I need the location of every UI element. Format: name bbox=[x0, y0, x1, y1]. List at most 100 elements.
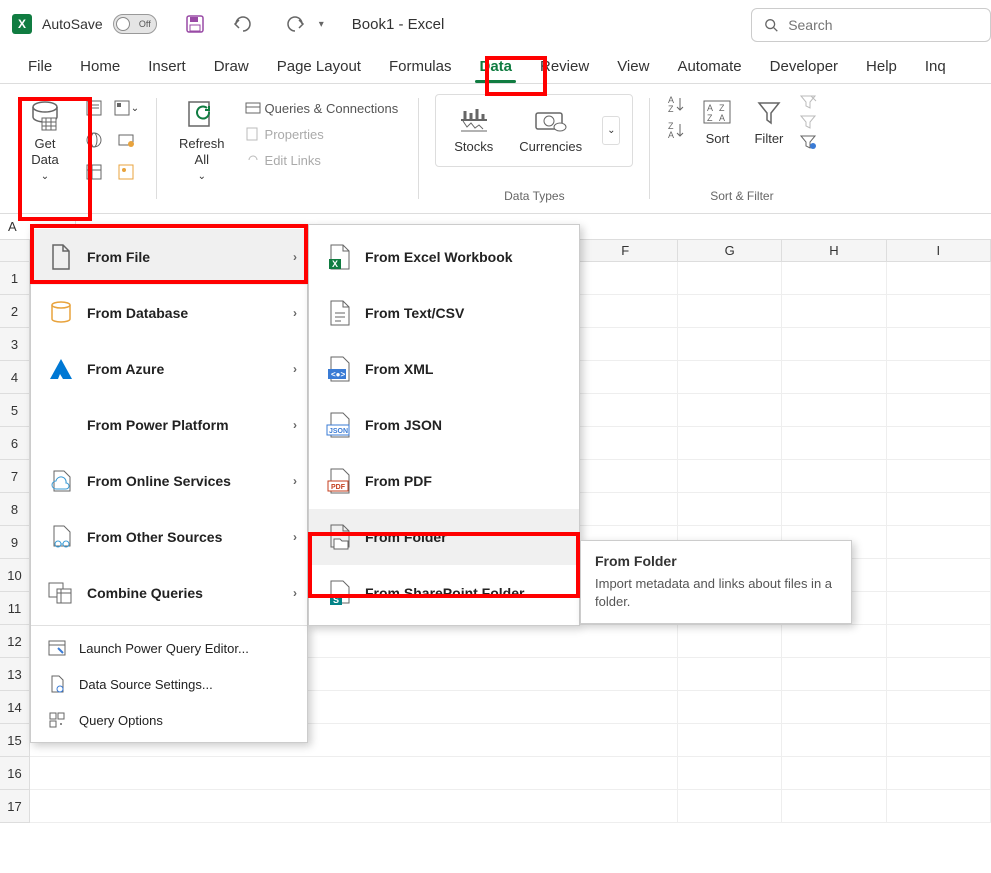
cell[interactable] bbox=[574, 493, 678, 526]
tab-draw[interactable]: Draw bbox=[200, 50, 263, 83]
cell[interactable] bbox=[574, 691, 678, 724]
tab-home[interactable]: Home bbox=[66, 50, 134, 83]
row-header[interactable]: 13 bbox=[0, 658, 30, 691]
existing-connections-icon[interactable] bbox=[112, 126, 140, 154]
cell[interactable] bbox=[887, 625, 991, 658]
reapply-filter-icon[interactable] bbox=[799, 114, 817, 130]
row-header[interactable]: 3 bbox=[0, 328, 30, 361]
tab-file[interactable]: File bbox=[14, 50, 66, 83]
cell[interactable] bbox=[782, 658, 886, 691]
col-header-g[interactable]: G bbox=[678, 240, 782, 262]
cell[interactable] bbox=[678, 625, 782, 658]
cell[interactable] bbox=[782, 361, 886, 394]
menu-from-database[interactable]: From Database› bbox=[31, 285, 307, 341]
menu-from-azure[interactable]: From Azure› bbox=[31, 341, 307, 397]
cell[interactable] bbox=[782, 295, 886, 328]
cell[interactable] bbox=[678, 361, 782, 394]
cell[interactable] bbox=[678, 691, 782, 724]
row-header[interactable]: 5 bbox=[0, 394, 30, 427]
submenu-from-pdf[interactable]: PDF From PDF bbox=[309, 453, 579, 509]
cell[interactable] bbox=[887, 460, 991, 493]
row-header[interactable]: 16 bbox=[0, 757, 30, 790]
submenu-from-sharepoint-folder[interactable]: S From SharePoint Folder bbox=[309, 565, 579, 621]
cell[interactable] bbox=[887, 361, 991, 394]
queries-connections-button[interactable]: Queries & Connections bbox=[241, 98, 403, 118]
cell[interactable] bbox=[574, 328, 678, 361]
from-text-csv-icon[interactable] bbox=[80, 94, 108, 122]
tab-insert[interactable]: Insert bbox=[134, 50, 200, 83]
cell[interactable] bbox=[887, 592, 991, 625]
row-header[interactable]: 7 bbox=[0, 460, 30, 493]
tab-page-layout[interactable]: Page Layout bbox=[263, 50, 375, 83]
row-header[interactable]: 15 bbox=[0, 724, 30, 757]
refresh-all-button[interactable]: Refresh All ⌄ bbox=[173, 94, 231, 186]
sort-asc-icon[interactable]: AZ bbox=[666, 94, 686, 114]
save-icon[interactable] bbox=[185, 14, 205, 34]
cell[interactable] bbox=[782, 691, 886, 724]
cell[interactable] bbox=[782, 328, 886, 361]
cell[interactable] bbox=[574, 460, 678, 493]
cell[interactable] bbox=[678, 262, 782, 295]
row-header[interactable]: 14 bbox=[0, 691, 30, 724]
cell[interactable] bbox=[678, 295, 782, 328]
cell[interactable] bbox=[678, 460, 782, 493]
qat-customize-icon[interactable]: ▾ bbox=[315, 15, 328, 34]
cell[interactable] bbox=[574, 427, 678, 460]
cell[interactable] bbox=[782, 790, 886, 823]
cell[interactable] bbox=[678, 724, 782, 757]
cell[interactable] bbox=[782, 427, 886, 460]
cell[interactable] bbox=[574, 295, 678, 328]
tab-review[interactable]: Review bbox=[526, 50, 603, 83]
menu-data-source-settings[interactable]: Data Source Settings... bbox=[31, 666, 307, 702]
clear-filter-icon[interactable] bbox=[799, 94, 817, 110]
cell[interactable] bbox=[782, 625, 886, 658]
search-input[interactable] bbox=[788, 17, 978, 33]
cell[interactable] bbox=[678, 757, 782, 790]
sort-button[interactable]: AZZA Sort bbox=[696, 94, 738, 150]
cell[interactable] bbox=[678, 658, 782, 691]
tab-help[interactable]: Help bbox=[852, 50, 911, 83]
cell[interactable] bbox=[574, 790, 678, 823]
row-header[interactable]: 11 bbox=[0, 592, 30, 625]
cell[interactable] bbox=[887, 724, 991, 757]
tab-formulas[interactable]: Formulas bbox=[375, 50, 466, 83]
cell[interactable] bbox=[574, 724, 678, 757]
cell[interactable] bbox=[782, 757, 886, 790]
cell[interactable] bbox=[887, 526, 991, 559]
cell[interactable] bbox=[887, 757, 991, 790]
submenu-from-json[interactable]: JSON From JSON bbox=[309, 397, 579, 453]
cell[interactable] bbox=[574, 361, 678, 394]
from-table-range-icon[interactable] bbox=[80, 158, 108, 186]
cell[interactable] bbox=[887, 493, 991, 526]
menu-from-online-services[interactable]: From Online Services› bbox=[31, 453, 307, 509]
cell[interactable] bbox=[678, 394, 782, 427]
col-header-i[interactable]: I bbox=[887, 240, 991, 262]
tab-view[interactable]: View bbox=[603, 50, 663, 83]
cell[interactable] bbox=[887, 262, 991, 295]
recent-sources-icon[interactable]: ⌄ bbox=[112, 94, 140, 122]
col-header-h[interactable]: H bbox=[782, 240, 886, 262]
undo-icon[interactable] bbox=[233, 15, 255, 33]
submenu-from-xml[interactable]: <●> From XML bbox=[309, 341, 579, 397]
from-web-icon[interactable] bbox=[80, 126, 108, 154]
get-data-button[interactable]: Get Data ⌄ bbox=[16, 94, 74, 186]
redo-icon[interactable] bbox=[283, 15, 305, 33]
cell[interactable] bbox=[887, 427, 991, 460]
row-header[interactable]: 12 bbox=[0, 625, 30, 658]
row-header[interactable]: 6 bbox=[0, 427, 30, 460]
row-header[interactable]: 9 bbox=[0, 526, 30, 559]
menu-launch-pq-editor[interactable]: Launch Power Query Editor... bbox=[31, 630, 307, 666]
menu-from-other-sources[interactable]: From Other Sources› bbox=[31, 509, 307, 565]
cell[interactable] bbox=[887, 559, 991, 592]
cell[interactable] bbox=[782, 262, 886, 295]
menu-query-options[interactable]: Query Options bbox=[31, 702, 307, 738]
cell[interactable] bbox=[887, 691, 991, 724]
cell[interactable] bbox=[887, 295, 991, 328]
cell[interactable] bbox=[782, 493, 886, 526]
row-header[interactable]: 8 bbox=[0, 493, 30, 526]
currencies-type-button[interactable]: Currencies bbox=[513, 103, 588, 158]
row-header[interactable]: 17 bbox=[0, 790, 30, 823]
cell[interactable] bbox=[887, 658, 991, 691]
col-header-f[interactable]: F bbox=[574, 240, 678, 262]
search-box[interactable] bbox=[751, 8, 991, 42]
